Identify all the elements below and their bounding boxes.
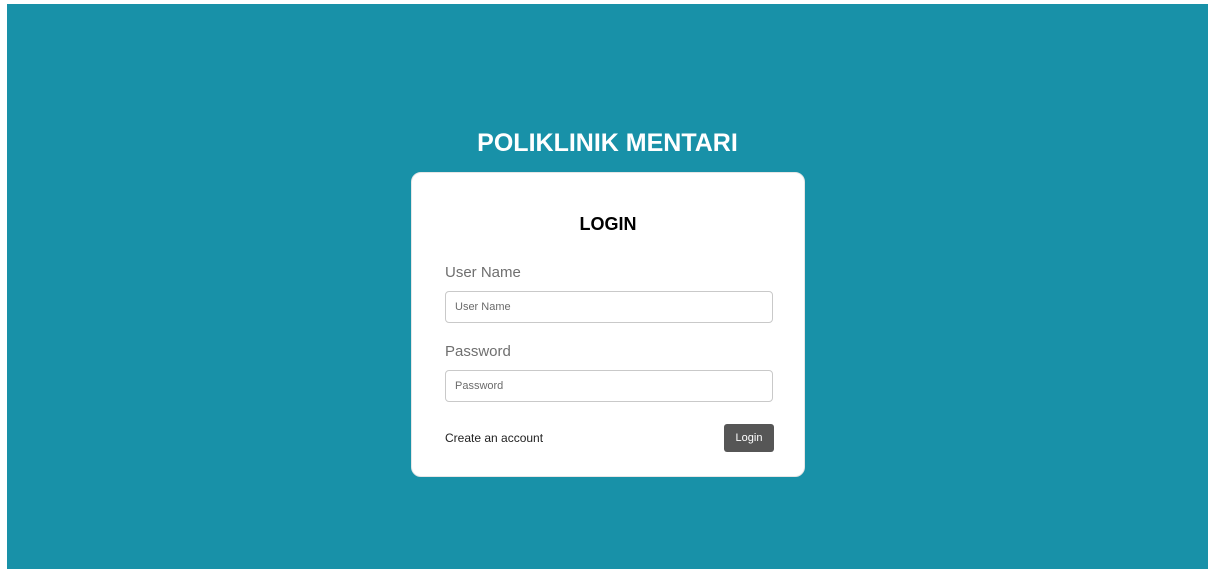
username-label: User Name xyxy=(445,264,521,281)
login-heading: LOGIN xyxy=(579,214,637,234)
username-input[interactable] xyxy=(445,291,773,323)
password-label: Password xyxy=(445,343,511,360)
page-background: POLIKLINIK MENTARI LOGIN User Name Passw… xyxy=(7,4,1208,569)
create-account-link[interactable]: Create an account xyxy=(445,431,543,445)
login-card: LOGIN User Name Password Create an accou… xyxy=(411,172,805,477)
site-title: POLIKLINIK MENTARI xyxy=(477,129,738,157)
login-button[interactable]: Login xyxy=(724,424,774,452)
password-input[interactable] xyxy=(445,370,773,402)
